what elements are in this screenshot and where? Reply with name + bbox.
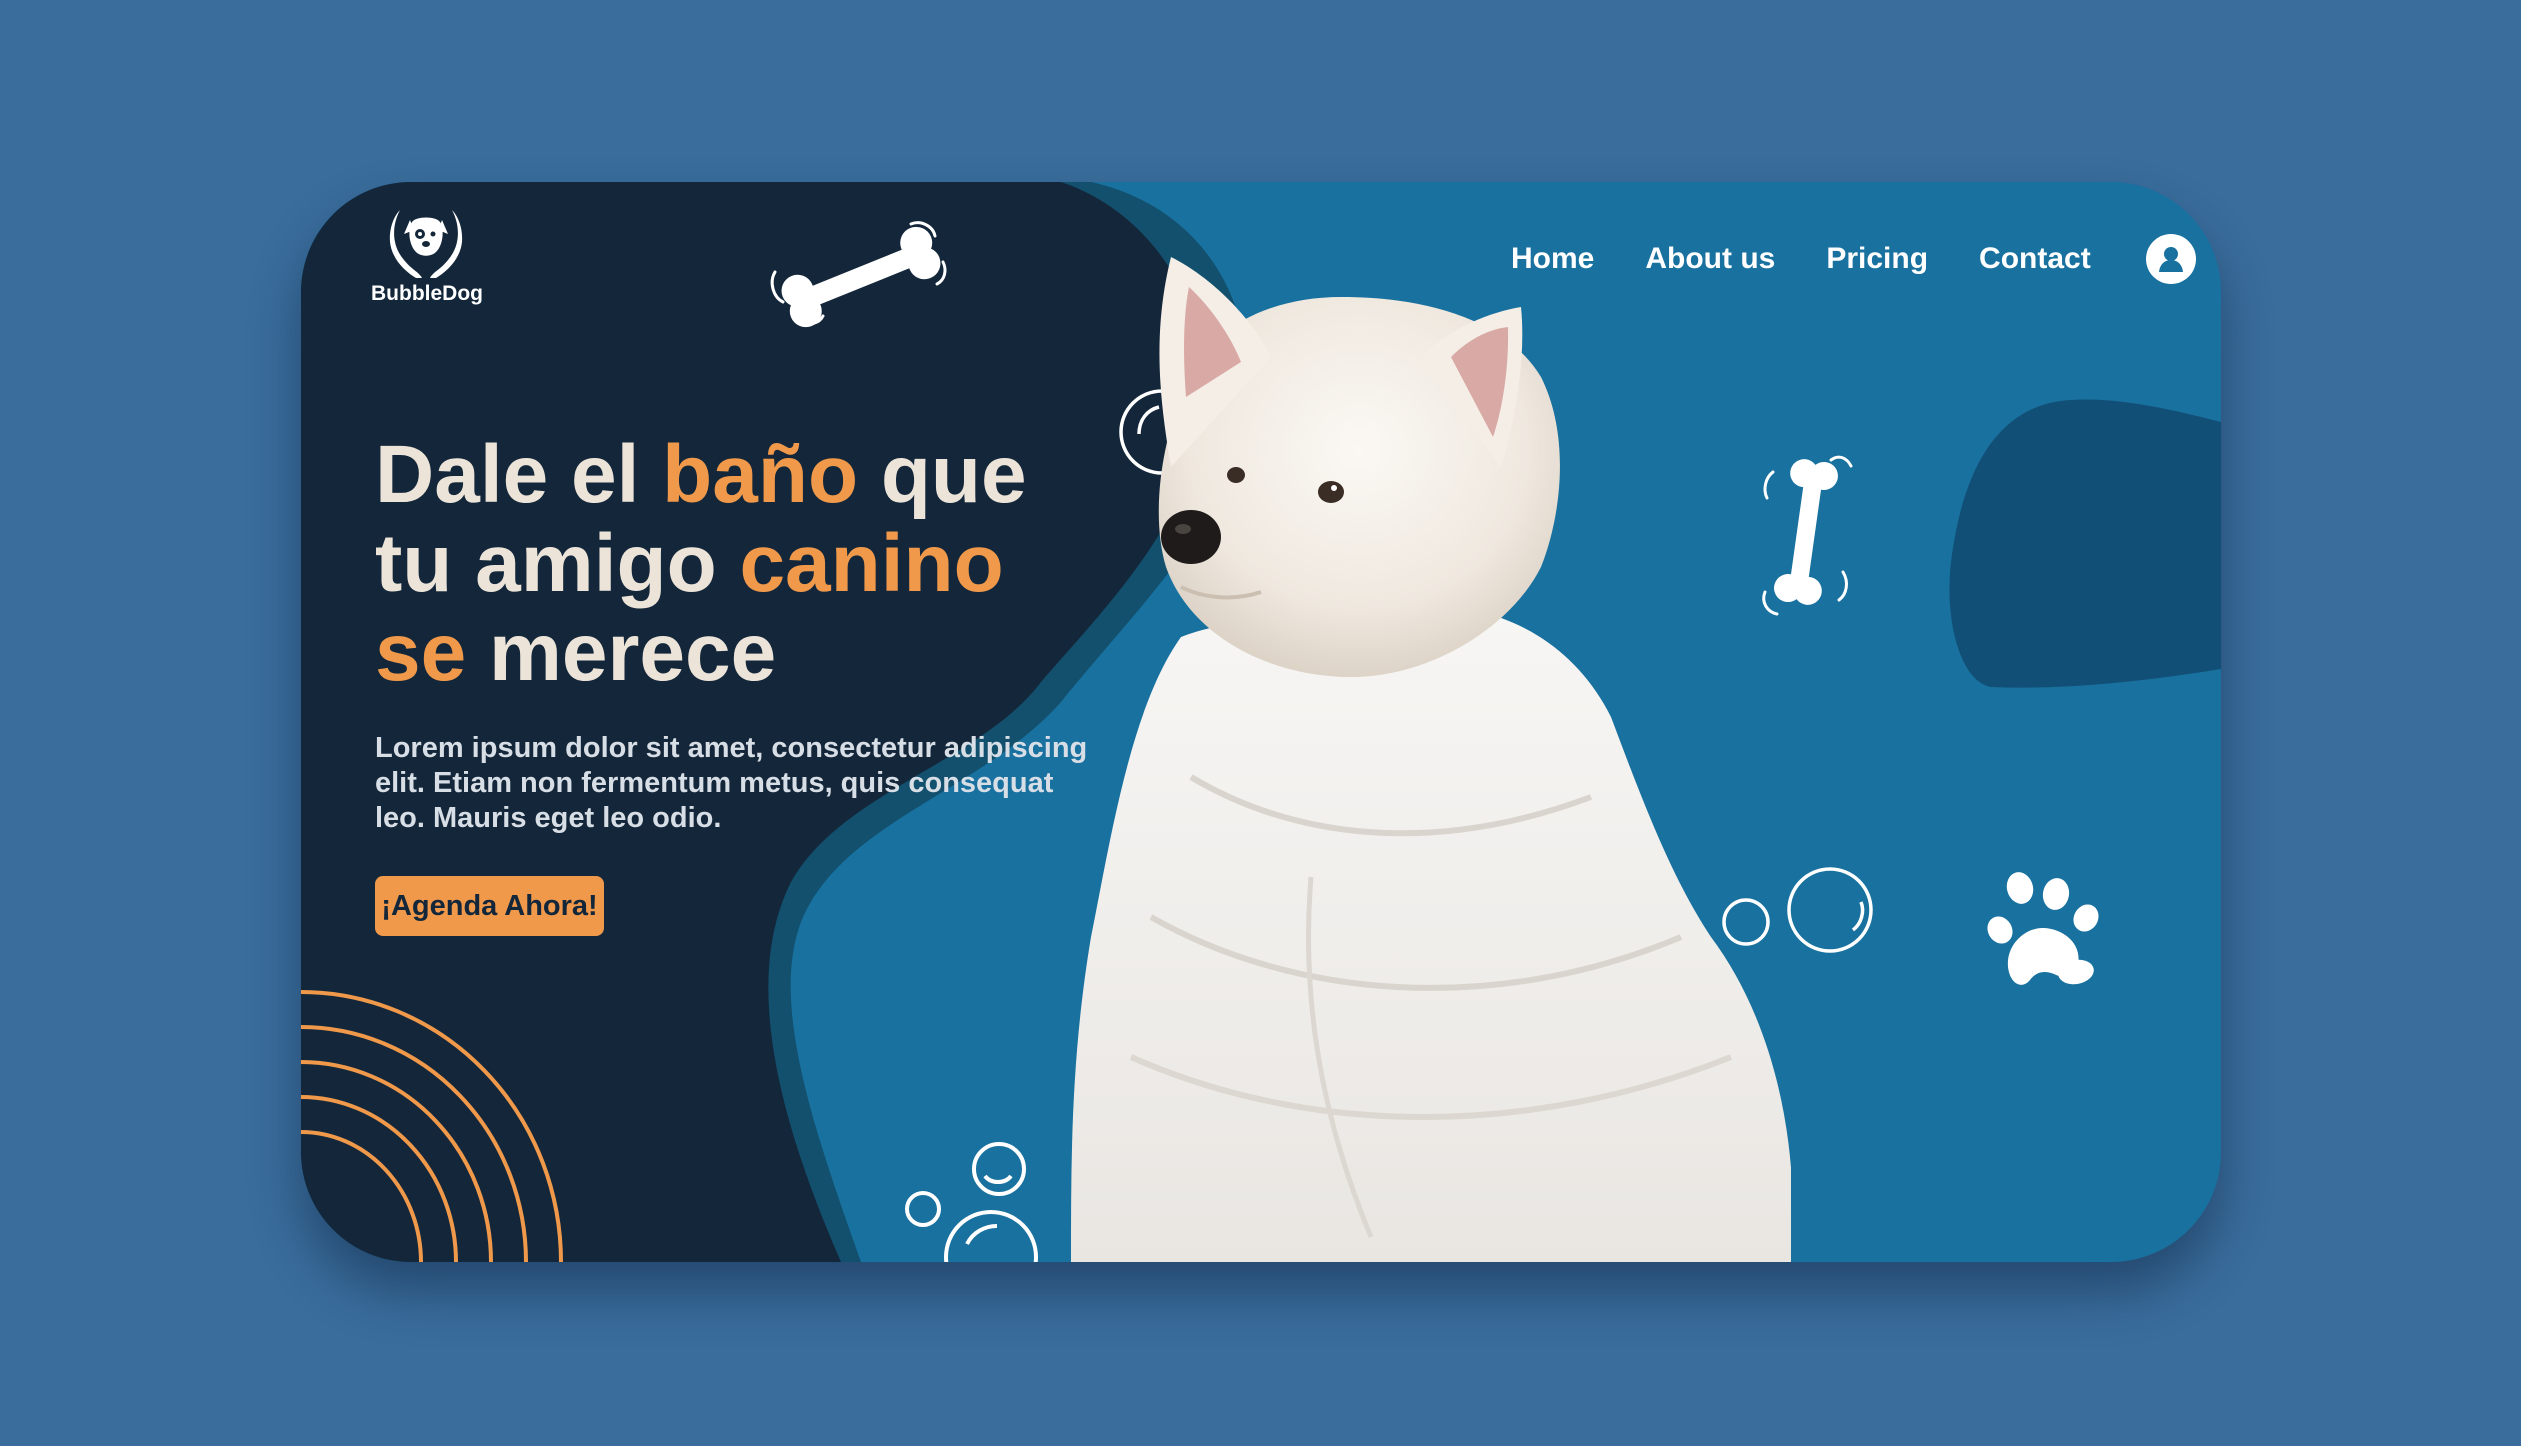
paw-print-icon [1987, 872, 2099, 985]
user-avatar-icon [2158, 247, 2183, 272]
headline-part: merece [466, 607, 777, 698]
nav-pricing[interactable]: Pricing [1826, 242, 1928, 276]
brand-logo[interactable]: BubbleDog [371, 200, 483, 306]
headline-highlight: baño [662, 429, 859, 520]
headline-part: Dale el [375, 429, 663, 520]
nav-about-us[interactable]: About us [1645, 242, 1775, 276]
user-account-button[interactable] [2145, 234, 2196, 284]
headline-part: tu amigo [375, 518, 740, 609]
concentric-arcs [301, 990, 563, 1262]
headline-highlight: canino [739, 518, 1004, 609]
bone-icon [1762, 455, 1853, 616]
headline-highlight: se [375, 607, 467, 698]
hero-headline: Dale el baño que tu amigo canino se mere… [375, 430, 1095, 697]
dog-hands-logo-icon [389, 210, 463, 278]
brand-name: BubbleDog [371, 282, 483, 305]
main-nav: Home About us Pricing Contact [1511, 234, 2196, 284]
bubble-icon [1722, 867, 1873, 953]
nav-contact[interactable]: Contact [1979, 242, 2091, 276]
landing-card: BubbleDog Home About us Pricing Contact … [301, 182, 2221, 1262]
nav-home[interactable]: Home [1511, 242, 1594, 276]
hero-description: Lorem ipsum dolor sit amet, consectetur … [375, 732, 1088, 834]
dog-in-towel-image [1071, 257, 1791, 1262]
bone-icon [770, 221, 947, 328]
bubble-icon [905, 1142, 1038, 1262]
headline-part: que [858, 429, 1027, 520]
book-now-button[interactable]: ¡Agenda Ahora! [375, 876, 604, 936]
